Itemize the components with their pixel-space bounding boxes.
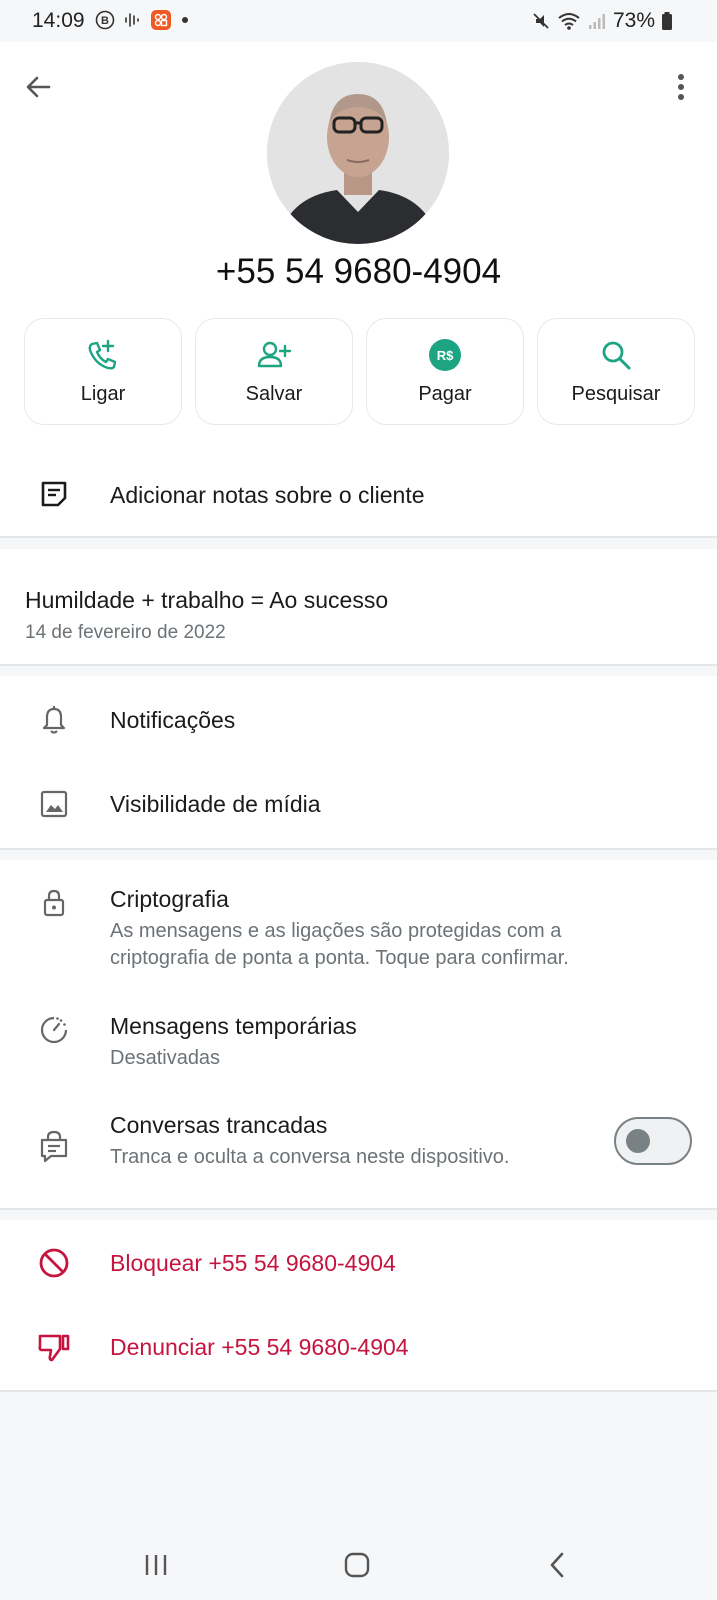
temporary-messages-status: Desativadas <box>110 1047 221 1069</box>
status-time: 14:09 <box>32 9 85 32</box>
about-text: Humildade + trabalho = Ao sucesso <box>25 587 389 613</box>
home-icon <box>344 1552 370 1578</box>
toggle-knob <box>626 1129 650 1153</box>
recent-apps-icon <box>145 1555 167 1575</box>
note-icon <box>41 481 67 507</box>
search-icon <box>602 341 631 370</box>
divider <box>0 848 717 850</box>
locked-chats-toggle[interactable] <box>614 1117 692 1165</box>
media-visibility-label: Visibilidade de mídia <box>110 791 321 817</box>
avatar-photo <box>267 62 449 244</box>
block-label: Bloquear +55 54 9680-4904 <box>110 1250 396 1276</box>
divider <box>0 664 717 666</box>
encryption-desc-line2: criptografia de ponta a ponta. Toque par… <box>110 947 569 969</box>
locked-chats-title: Conversas trancadas <box>110 1112 328 1138</box>
call-add-icon <box>88 339 117 370</box>
search-button[interactable]: Pesquisar <box>537 318 695 425</box>
search-label: Pesquisar <box>571 383 661 405</box>
about-date: 14 de fevereiro de 2022 <box>25 622 226 643</box>
notifications-section: Notificações Visibilidade de mídia <box>0 676 717 848</box>
bell-icon <box>42 706 66 734</box>
wifi-icon <box>558 13 580 30</box>
encryption-row[interactable]: Criptografia As mensagens e as ligações … <box>0 860 717 980</box>
notifications-label: Notificações <box>110 707 236 733</box>
block-contact-row[interactable]: Bloquear +55 54 9680-4904 <box>0 1220 717 1305</box>
add-notes-row[interactable]: Adicionar notas sobre o cliente <box>0 455 717 533</box>
b-circle-icon: B <box>95 10 115 30</box>
pay-button[interactable]: R$ Pagar <box>366 318 524 425</box>
contact-phone-number: +55 54 9680-4904 <box>215 252 502 291</box>
divider <box>0 1390 717 1392</box>
encryption-desc-line1: As mensagens e as ligações são protegida… <box>110 920 562 942</box>
mute-icon <box>533 13 549 29</box>
more-vertical-icon <box>678 74 684 100</box>
thumbs-down-icon <box>38 1334 70 1362</box>
about-section: Humildade + trabalho = Ao sucesso 14 de … <box>0 549 717 664</box>
svg-text:B: B <box>101 15 109 27</box>
currency-symbol: R$ <box>437 348 454 363</box>
timer-icon <box>40 1016 68 1044</box>
temporary-messages-row[interactable]: Mensagens temporárias Desativadas <box>0 988 717 1088</box>
more-options-button[interactable] <box>663 69 699 105</box>
battery-percent: 73% <box>612 9 655 32</box>
block-icon <box>39 1248 69 1278</box>
person-add-icon <box>257 341 292 368</box>
locked-chats-desc: Tranca e oculta a conversa neste disposi… <box>110 1146 510 1168</box>
arrow-left-icon <box>26 76 51 98</box>
system-back-button[interactable] <box>532 1540 582 1590</box>
locked-chats-row[interactable]: Conversas trancadas Tranca e oculta a co… <box>0 1097 717 1197</box>
save-label: Salvar <box>245 383 303 405</box>
notifications-row[interactable]: Notificações <box>0 676 717 762</box>
image-icon <box>40 790 68 818</box>
danger-section: Bloquear +55 54 9680-4904 Denunciar +55 … <box>0 1220 717 1390</box>
action-buttons: Ligar Salvar R$ Pagar Pesquisar <box>24 318 695 425</box>
system-navigation-bar <box>0 1530 717 1600</box>
lock-icon <box>43 889 65 917</box>
battery-icon <box>662 12 672 30</box>
contact-avatar[interactable] <box>267 62 449 244</box>
report-label: Denunciar +55 54 9680-4904 <box>110 1334 409 1360</box>
app-badge-icon <box>151 10 171 30</box>
call-button[interactable]: Ligar <box>24 318 182 425</box>
contact-header: +55 54 9680-4904 Ligar Salvar R$ Pagar P… <box>0 42 717 537</box>
divider <box>0 536 717 538</box>
temporary-messages-title: Mensagens temporárias <box>110 1013 357 1039</box>
real-currency-icon: R$ <box>429 339 461 371</box>
recent-apps-button[interactable] <box>131 1540 181 1590</box>
status-bar: 14:09 B 73% <box>0 0 717 42</box>
back-button[interactable] <box>20 69 56 105</box>
add-notes-label: Adicionar notas sobre o cliente <box>110 482 425 508</box>
save-contact-button[interactable]: Salvar <box>195 318 353 425</box>
pay-label: Pagar <box>418 383 472 405</box>
media-visibility-row[interactable]: Visibilidade de mídia <box>0 762 717 848</box>
chat-lock-icon <box>40 1130 68 1163</box>
call-label: Ligar <box>80 383 126 405</box>
report-contact-row[interactable]: Denunciar +55 54 9680-4904 <box>0 1305 717 1390</box>
dot-icon <box>182 17 188 23</box>
home-button[interactable] <box>332 1540 382 1590</box>
divider <box>0 1208 717 1210</box>
voice-wave-icon <box>125 13 139 27</box>
encryption-title: Criptografia <box>110 886 229 912</box>
chevron-left-icon <box>550 1552 564 1578</box>
signal-icon <box>588 14 605 29</box>
privacy-section: Criptografia As mensagens e as ligações … <box>0 860 717 1208</box>
